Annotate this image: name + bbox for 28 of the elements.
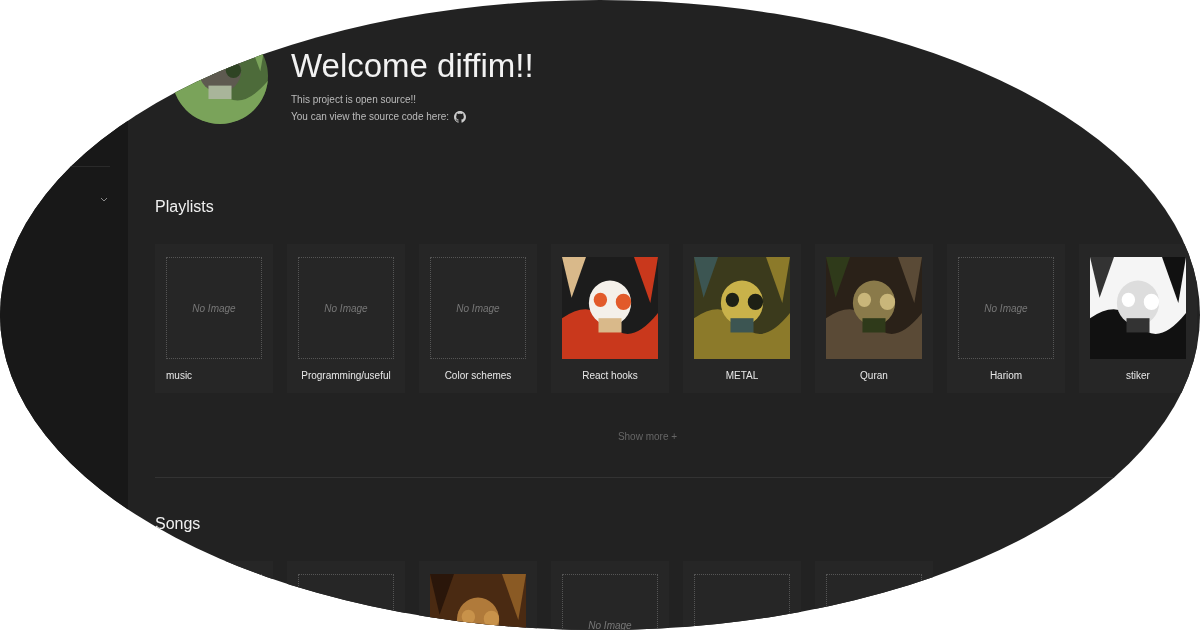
no-image-text: No Image [588, 619, 632, 630]
no-image-text: No Image [456, 302, 500, 314]
card-title: Hariom [989, 370, 1023, 381]
card-title: Quran [860, 370, 888, 381]
section-heading: Songs [155, 514, 202, 534]
card-title: METAL [725, 370, 759, 381]
no-image-text: No Image [984, 302, 1028, 314]
chevron-down-icon[interactable] [100, 197, 108, 202]
card-title: music [166, 370, 193, 381]
card-title: Color schemes [444, 370, 512, 381]
info-text: You can view the source code here: [291, 110, 450, 124]
playlist-card[interactable]: stiker [1079, 244, 1197, 393]
playlist-card[interactable]: No Image music [155, 244, 273, 393]
playlist-card[interactable]: METAL [683, 244, 801, 393]
playlist-card[interactable]: No Image Hariom [947, 244, 1065, 393]
no-image-text: No Image [324, 302, 368, 314]
welcome-title: Welcome diffim!! [291, 47, 534, 85]
info-text: This project is open source!! [291, 93, 417, 107]
section-heading: Playlists [155, 197, 215, 217]
card-title: stiker [1126, 370, 1150, 381]
no-image-text: No Image [192, 302, 236, 314]
card-title: React hooks [582, 370, 638, 381]
playlist-card[interactable]: No Image Programming/useful [287, 244, 405, 393]
github-icon[interactable] [454, 110, 467, 123]
card-title: Programming/useful [301, 370, 391, 381]
playlist-card[interactable]: React hooks [551, 244, 669, 393]
playlist-card[interactable]: Quran [815, 244, 933, 393]
playlist-card[interactable]: No Image Color schemes [419, 244, 537, 393]
